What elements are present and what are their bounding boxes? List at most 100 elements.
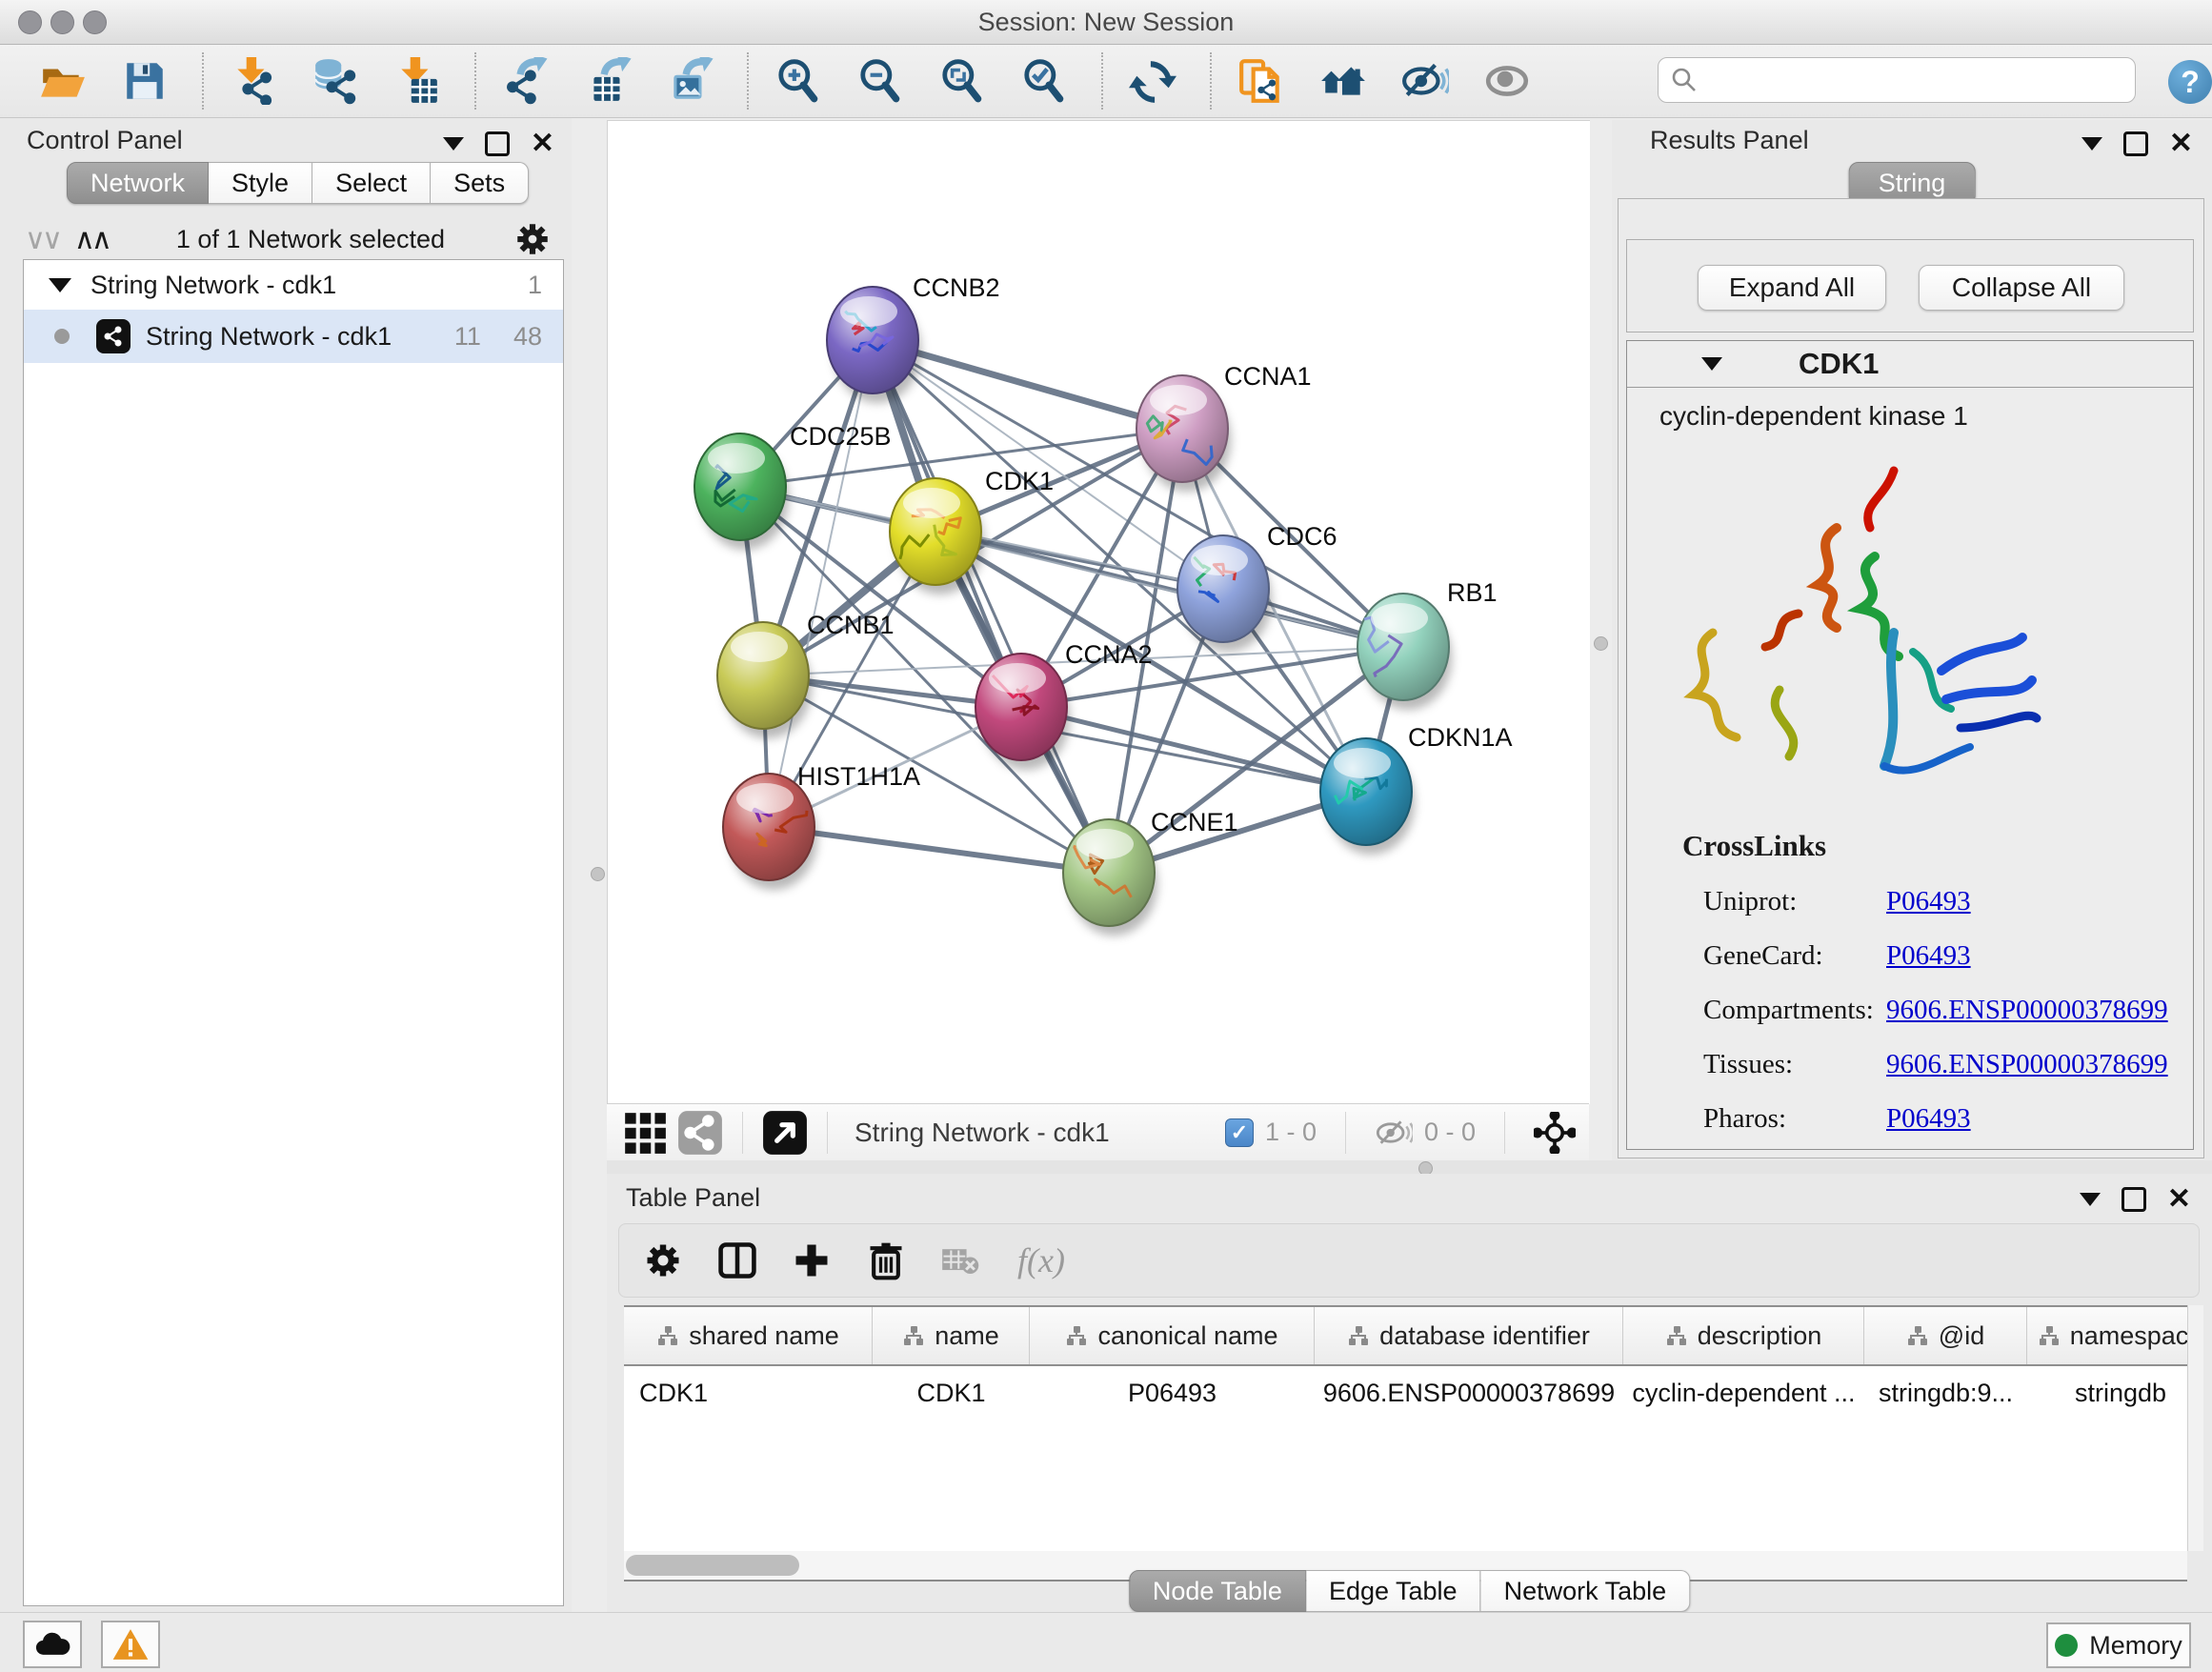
node-label-CCNB2: CCNB2 xyxy=(913,273,1000,302)
import-table-file-icon[interactable] xyxy=(392,56,442,106)
tab-sets[interactable]: Sets xyxy=(431,162,529,204)
panel-collapse-icon[interactable] xyxy=(443,137,464,151)
hide-selected-icon[interactable] xyxy=(1400,56,1450,106)
network-node-CCNE1[interactable]: CCNE1 xyxy=(1063,808,1238,936)
column-header-canonical-name[interactable]: canonical name xyxy=(1030,1307,1315,1364)
help-button[interactable]: ? xyxy=(2168,60,2212,104)
network-node-HIST1H1A[interactable]: HIST1H1A xyxy=(723,762,920,890)
create-column-plus-icon[interactable] xyxy=(789,1238,835,1283)
crosslink-link[interactable]: 9606.ENSP00000378699 xyxy=(1886,1049,2168,1080)
refresh-layout-icon[interactable] xyxy=(1128,56,1177,106)
tab-network-table[interactable]: Network Table xyxy=(1481,1570,1691,1612)
selected-nodes-edges-count: 1 - 0 xyxy=(1265,1118,1317,1147)
column-header-shared-name[interactable]: shared name xyxy=(624,1307,873,1364)
results-collapse-icon[interactable] xyxy=(2081,137,2102,151)
crosslink-label: GeneCard: xyxy=(1703,940,1886,972)
node-section-header[interactable]: CDK1 xyxy=(1627,341,2193,388)
view-network-mode-icon[interactable] xyxy=(675,1108,725,1158)
warnings-button[interactable] xyxy=(101,1621,160,1668)
network-node-RB1[interactable]: RB1 xyxy=(1357,578,1498,710)
column-header-name[interactable]: name xyxy=(873,1307,1030,1364)
table-row[interactable]: CDK1CDK1P064939606.ENSP00000378699cyclin… xyxy=(624,1366,2187,1420)
node-table: shared namenamecanonical namedatabase id… xyxy=(624,1305,2187,1553)
collection-expander-icon[interactable] xyxy=(49,278,71,292)
tab-network[interactable]: Network xyxy=(67,162,209,204)
save-session-icon[interactable] xyxy=(120,56,170,106)
results-float-icon[interactable] xyxy=(2123,131,2148,156)
scrollbar-thumb[interactable] xyxy=(626,1555,799,1576)
table-close-icon[interactable]: ✕ xyxy=(2167,1190,2191,1209)
network-node-CCNB1[interactable]: CCNB1 xyxy=(717,611,895,738)
import-network-database-icon[interactable] xyxy=(311,56,360,106)
birdseye-view-icon[interactable] xyxy=(760,1108,810,1158)
zoom-selected-icon[interactable] xyxy=(1019,56,1069,106)
table-settings-gear-icon[interactable] xyxy=(640,1238,686,1283)
crosslink-row: Tissues:9606.ENSP00000378699 xyxy=(1703,1037,2180,1092)
column-header-database-identifier[interactable]: database identifier xyxy=(1315,1307,1623,1364)
control-panel-title: Control Panel xyxy=(27,126,183,155)
results-close-icon[interactable]: ✕ xyxy=(2169,134,2193,153)
search-input[interactable] xyxy=(1699,61,2135,99)
collapse-all-button[interactable]: Collapse All xyxy=(1919,265,2124,311)
network-node-CDC6[interactable]: CDC6 xyxy=(1177,522,1337,652)
network-tree: String Network - cdk1 1 String Network -… xyxy=(23,259,564,1606)
network-node-CCNA2[interactable]: CCNA2 xyxy=(975,640,1153,770)
show-column-selector-icon[interactable] xyxy=(714,1238,760,1283)
delete-column-trash-icon[interactable] xyxy=(863,1238,909,1283)
zoom-out-icon[interactable] xyxy=(855,56,905,106)
open-session-icon[interactable] xyxy=(38,56,88,106)
tab-style[interactable]: Style xyxy=(209,162,312,204)
table-cell: stringdb:9... xyxy=(1864,1366,2027,1420)
clone-network-icon[interactable] xyxy=(1237,56,1286,106)
results-panel: Results Panel ✕ String Expand All Collap… xyxy=(1612,120,2212,1160)
column-header-@id[interactable]: @id xyxy=(1864,1307,2027,1364)
right-splitter-grip[interactable] xyxy=(1594,636,1608,651)
left-splitter-grip[interactable] xyxy=(591,867,605,881)
network-node-CDC25B[interactable]: CDC25B xyxy=(694,422,892,550)
table-cell: CDK1 xyxy=(873,1366,1030,1420)
homes-icon[interactable] xyxy=(1318,56,1368,106)
section-expander-icon[interactable] xyxy=(1701,357,1722,371)
crosslink-link[interactable]: P06493 xyxy=(1886,940,1971,972)
table-vertical-scrollbar[interactable] xyxy=(2187,1305,2203,1551)
crosslink-link[interactable]: 9606.ENSP00000378699 xyxy=(1886,995,2168,1026)
crosslink-link[interactable]: P06493 xyxy=(1886,886,1971,917)
zoom-in-icon[interactable] xyxy=(774,56,823,106)
network-node-CCNB2[interactable]: CCNB2 xyxy=(827,273,1000,403)
table-float-icon[interactable] xyxy=(2122,1187,2146,1212)
horizontal-splitter[interactable] xyxy=(607,1160,2212,1174)
node-label-CCNB1: CCNB1 xyxy=(807,611,895,639)
crosslink-link[interactable]: P06493 xyxy=(1886,1103,1971,1135)
panel-close-icon[interactable]: ✕ xyxy=(531,134,554,153)
node-label-RB1: RB1 xyxy=(1447,578,1498,607)
cloud-status-button[interactable] xyxy=(23,1621,82,1668)
view-grid-mode-icon[interactable] xyxy=(620,1108,670,1158)
network-node-CDK1[interactable]: CDK1 xyxy=(890,467,1054,594)
network-canvas[interactable]: CCNB2CCNA1CDC25BCDK1CDC6RB1CCNB1CCNA2CDK… xyxy=(607,120,1590,1104)
import-network-file-icon[interactable] xyxy=(229,56,278,106)
export-network-icon[interactable] xyxy=(501,56,551,106)
tab-edge-table[interactable]: Edge Table xyxy=(1306,1570,1481,1612)
fit-selected-crosshair-icon[interactable] xyxy=(1534,1112,1576,1154)
network-row[interactable]: String Network - cdk1 11 48 xyxy=(24,310,563,363)
show-all-icon[interactable] xyxy=(1482,56,1532,106)
tab-node-table[interactable]: Node Table xyxy=(1129,1570,1306,1612)
expand-all-networks-icon[interactable]: ∧∧ xyxy=(74,223,109,256)
table-collapse-icon[interactable] xyxy=(2080,1193,2101,1206)
memory-button[interactable]: Memory xyxy=(2046,1622,2191,1668)
zoom-fit-icon[interactable] xyxy=(937,56,987,106)
cloud-icon xyxy=(33,1630,71,1659)
export-table-icon[interactable] xyxy=(583,56,633,106)
network-node-CDKN1A[interactable]: CDKN1A xyxy=(1320,723,1513,855)
node-label-CDC25B: CDC25B xyxy=(790,422,892,451)
column-header-namespace[interactable]: namespace xyxy=(2027,1307,2187,1364)
export-image-icon[interactable] xyxy=(665,56,714,106)
column-header-description[interactable]: description xyxy=(1623,1307,1864,1364)
tab-select[interactable]: Select xyxy=(312,162,431,204)
selected-indicator-checkbox[interactable]: ✓ xyxy=(1225,1118,1254,1147)
expand-all-button[interactable]: Expand All xyxy=(1698,265,1886,311)
network-collection-row[interactable]: String Network - cdk1 1 xyxy=(24,260,563,310)
collapse-all-networks-icon[interactable]: ∨∨ xyxy=(25,223,59,256)
panel-float-icon[interactable] xyxy=(485,131,510,156)
network-options-gear-icon[interactable] xyxy=(513,219,553,259)
